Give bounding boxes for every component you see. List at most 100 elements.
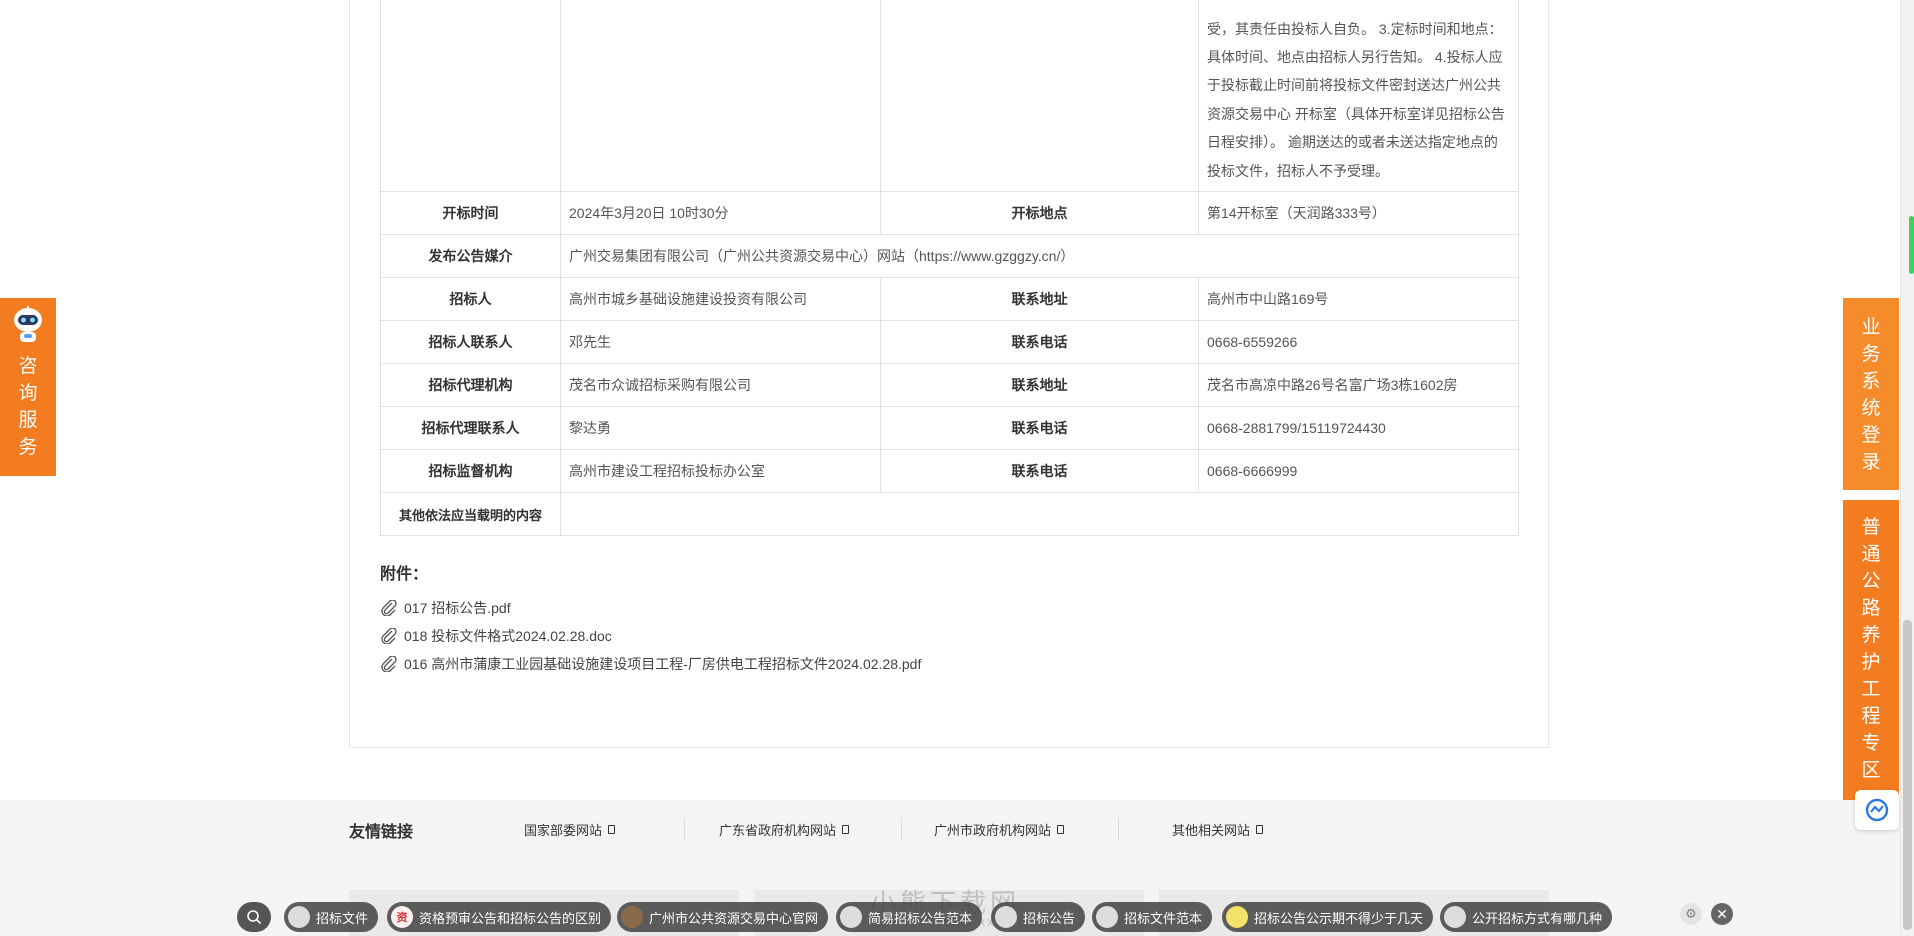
footer-link-label[interactable]: 其他相关网站: [1172, 820, 1250, 839]
chip-thumbnail: [1096, 906, 1118, 928]
paperclip-icon: [381, 628, 397, 644]
table-row: 招标代理机构 茂名市众诚招标采购有限公司 联系地址 茂名市高凉中路26号名富广场…: [380, 363, 1519, 407]
footer-link[interactable]: 广东省政府机构网站: [719, 820, 850, 839]
chip-thumbnail: [1444, 906, 1466, 928]
suggestion-chip[interactable]: 公开招标方式有哪几种: [1440, 902, 1613, 932]
row-value: [560, 492, 1519, 536]
divider: [901, 818, 902, 840]
gear-icon: ⚙: [1685, 906, 1697, 921]
suggestion-chip[interactable]: 招标公告: [991, 902, 1086, 932]
attachment-link[interactable]: 016 高州市蒲康工业园基础设施建设项目工程-厂房供电工程招标文件2024.02…: [380, 654, 921, 674]
table-row: 招标人 高州市城乡基础设施建设投资有限公司 联系地址 高州市中山路169号: [380, 277, 1519, 321]
suggestion-chip[interactable]: 招标文件: [284, 902, 379, 932]
row-label: 招标监督机构: [380, 449, 561, 493]
progress-indicator: [1909, 216, 1914, 274]
attachment-link[interactable]: 017 招标公告.pdf: [380, 598, 511, 618]
row-value: 2024年3月20日 10时30分: [560, 191, 881, 235]
close-button[interactable]: ✕: [1711, 903, 1733, 925]
chip-label: 招标公告公示期不得少于几天: [1254, 910, 1424, 926]
table-row: 受，其责任由投标人自负。 3.定标时间和地点：具体时间、地点由招标人另行告知。 …: [380, 0, 1519, 192]
row-value: 0668-6559266: [1198, 320, 1519, 364]
row-label: 开标时间: [380, 191, 561, 235]
consult-service-label[interactable]: 咨询服务: [0, 353, 56, 461]
table-cell: [380, 0, 561, 192]
row-label: 联系地址: [880, 363, 1199, 407]
search-button[interactable]: [237, 902, 271, 932]
table-row: 招标代理联系人 黎达勇 联系电话 0668-2881799/1511972443…: [380, 406, 1519, 450]
divider: [1118, 818, 1119, 840]
row-label: 开标地点: [880, 191, 1199, 235]
footer-link-label[interactable]: 广东省政府机构网站: [719, 820, 836, 839]
external-link-icon: [842, 825, 850, 834]
highway-maintenance-zone-button[interactable]: 普通公路养护工程专区: [1843, 500, 1899, 800]
row-value: 0668-6666999: [1198, 449, 1519, 493]
friendly-links-title: 友情链接: [349, 824, 414, 841]
row-value: 黎达勇: [560, 406, 881, 450]
table-row: 招标人联系人 邓先生 联系电话 0668-6559266: [380, 320, 1519, 364]
chip-thumbnail: [621, 906, 643, 928]
chip-thumbnail: [1226, 906, 1248, 928]
row-value: 高州市城乡基础设施建设投资有限公司: [560, 277, 881, 321]
chip-thumbnail: [288, 906, 310, 928]
suggestion-chip[interactable]: 资资格预审公告和招标公告的区别: [387, 902, 612, 932]
chip-label: 招标文件: [316, 910, 369, 926]
external-link-icon: [1057, 825, 1065, 834]
attachment-name[interactable]: 018 投标文件格式2024.02.28.doc: [404, 626, 612, 646]
chip-thumbnail: [840, 906, 862, 928]
scrollbar[interactable]: [1900, 0, 1914, 936]
row-label: 招标人联系人: [380, 320, 561, 364]
suggestion-chip[interactable]: 招标文件范本: [1092, 902, 1213, 932]
suggestion-chip[interactable]: 简易招标公告范本: [836, 902, 983, 932]
row-value: 高州市中山路169号: [1198, 277, 1519, 321]
chat-button[interactable]: [1855, 790, 1899, 830]
footer-link[interactable]: 广州市政府机构网站: [934, 820, 1065, 839]
settings-button[interactable]: ⚙: [1680, 903, 1702, 925]
row-label: 其他依法应当载明的内容: [380, 492, 561, 536]
row-label: 招标代理机构: [380, 363, 561, 407]
row-label: 联系电话: [880, 320, 1199, 364]
attachment-name[interactable]: 017 招标公告.pdf: [404, 598, 511, 618]
bid-note-cell: 受，其责任由投标人自负。 3.定标时间和地点：具体时间、地点由招标人另行告知。 …: [1198, 0, 1519, 192]
chip-label: 资格预审公告和招标公告的区别: [419, 910, 602, 926]
row-value: 0668-2881799/15119724430: [1198, 406, 1519, 450]
info-table: 受，其责任由投标人自负。 3.定标时间和地点：具体时间、地点由招标人另行告知。 …: [380, 0, 1519, 536]
attachment-link[interactable]: 018 投标文件格式2024.02.28.doc: [380, 626, 612, 646]
row-label: 联系电话: [880, 406, 1199, 450]
suggestion-chip[interactable]: 招标公告公示期不得少于几天: [1222, 902, 1434, 932]
chip-label: 招标文件范本: [1124, 910, 1203, 926]
footer-link[interactable]: 其他相关网站: [1172, 820, 1264, 839]
table-row: 招标监督机构 高州市建设工程招标投标办公室 联系电话 0668-6666999: [380, 449, 1519, 493]
close-icon: ✕: [1716, 905, 1728, 922]
footer-link-label[interactable]: 广州市政府机构网站: [934, 820, 1051, 839]
chat-icon: [1865, 798, 1889, 822]
external-link-icon: [1256, 825, 1264, 834]
table-row: 开标时间 2024年3月20日 10时30分 开标地点 第14开标室（天润路33…: [380, 191, 1519, 235]
row-label: 发布公告媒介: [380, 234, 561, 278]
row-value: 广州交易集团有限公司（广州公共资源交易中心）网站（https://www.gzg…: [560, 234, 1519, 278]
robot-icon: [14, 306, 42, 342]
highway-maintenance-zone-label: 普通公路养护工程专区: [1861, 517, 1881, 781]
attachment-name[interactable]: 016 高州市蒲康工业园基础设施建设项目工程-厂房供电工程招标文件2024.02…: [404, 654, 921, 674]
footer-link[interactable]: 国家部委网站: [524, 820, 616, 839]
suggestion-chip[interactable]: 广州市公共资源交易中心官网: [617, 902, 829, 932]
row-label: 联系地址: [880, 277, 1199, 321]
table-cell: [560, 0, 881, 192]
row-value: 茂名市众诚招标采购有限公司: [560, 363, 881, 407]
chip-thumbnail: [995, 906, 1017, 928]
row-label: 招标代理联系人: [380, 406, 561, 450]
footer-link-label[interactable]: 国家部委网站: [524, 820, 602, 839]
search-icon: [247, 910, 262, 925]
attachments-title: 附件：: [380, 566, 429, 583]
business-system-login-button[interactable]: 业务系统登录: [1843, 298, 1899, 490]
chip-label: 简易招标公告范本: [868, 910, 973, 926]
external-link-icon: [608, 825, 616, 834]
chip-label: 招标公告: [1023, 910, 1076, 926]
chip-label: 公开招标方式有哪几种: [1472, 910, 1603, 926]
row-label: 招标人: [380, 277, 561, 321]
divider: [684, 818, 685, 840]
table-row: 发布公告媒介 广州交易集团有限公司（广州公共资源交易中心）网站（https://…: [380, 234, 1519, 278]
table-cell: [880, 0, 1199, 192]
consult-service-button[interactable]: 咨询服务: [0, 298, 56, 476]
row-value: 茂名市高凉中路26号名富广场3栋1602房: [1198, 363, 1519, 407]
scrollbar-thumb[interactable]: [1903, 620, 1912, 930]
